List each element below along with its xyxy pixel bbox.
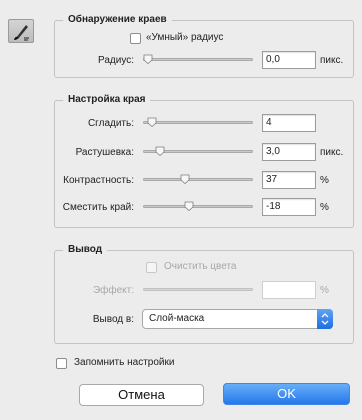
refine-brush-icon xyxy=(14,25,29,41)
edge-adjust-title: Настройка края xyxy=(63,94,151,106)
radius-input[interactable]: 0,0 xyxy=(262,51,316,69)
shift-edge-slider-track[interactable] xyxy=(143,205,253,208)
feather-input[interactable]: 3,0 xyxy=(262,143,316,161)
feather-slider-thumb[interactable] xyxy=(155,146,165,156)
amount-slider-track[interactable] xyxy=(143,288,253,291)
output-title: Вывод xyxy=(63,244,108,256)
amount-label: Эффект: xyxy=(92,285,134,296)
feather-label: Растушевка: xyxy=(75,147,134,158)
contrast-input[interactable]: 37 xyxy=(262,171,316,189)
cancel-button[interactable]: Отмена xyxy=(79,384,204,406)
radius-unit: пикс. xyxy=(320,55,344,66)
amount-input[interactable] xyxy=(262,281,316,299)
contrast-slider-thumb[interactable] xyxy=(180,174,190,184)
remember-settings-label: Запомнить настройки xyxy=(74,357,175,368)
output-to-label: Вывод в: xyxy=(92,314,134,325)
shift-edge-label: Сместить край: xyxy=(62,202,134,213)
feather-unit: пикс. xyxy=(320,147,344,158)
smart-radius-checkbox[interactable] xyxy=(130,33,141,44)
smooth-label: Сгладить: xyxy=(87,118,134,129)
radius-label: Радиус: xyxy=(98,55,134,66)
output-to-value: Слой-маска xyxy=(149,313,205,324)
smart-radius-label: «Умный» радиус xyxy=(146,32,224,43)
decontaminate-checkbox[interactable] xyxy=(146,262,157,273)
radius-slider-thumb[interactable] xyxy=(143,54,153,64)
edge-detection-title: Обнаружение краев xyxy=(63,14,172,26)
smooth-input[interactable]: 4 xyxy=(262,114,316,132)
output-to-select-arrow[interactable] xyxy=(317,309,333,329)
amount-unit: % xyxy=(320,285,329,296)
edge-detection-group xyxy=(54,20,354,78)
contrast-slider-track[interactable] xyxy=(143,178,253,181)
smooth-slider-thumb[interactable] xyxy=(147,117,157,127)
output-to-select[interactable]: Слой-маска xyxy=(142,309,333,329)
shift-edge-input[interactable]: -18 xyxy=(262,198,316,216)
chevron-updown-icon xyxy=(321,313,329,325)
smooth-slider-track[interactable] xyxy=(143,121,253,124)
radius-slider-track[interactable] xyxy=(143,58,253,61)
remember-settings-checkbox[interactable] xyxy=(56,358,67,369)
contrast-label: Контрастность: xyxy=(63,175,134,186)
refine-radius-tool-button[interactable] xyxy=(8,19,34,43)
shift-edge-slider-thumb[interactable] xyxy=(184,201,194,211)
shift-edge-unit: % xyxy=(320,202,329,213)
contrast-unit: % xyxy=(320,175,329,186)
ok-button[interactable]: OK xyxy=(223,383,350,405)
decontaminate-label: Очистить цвета xyxy=(164,261,237,272)
